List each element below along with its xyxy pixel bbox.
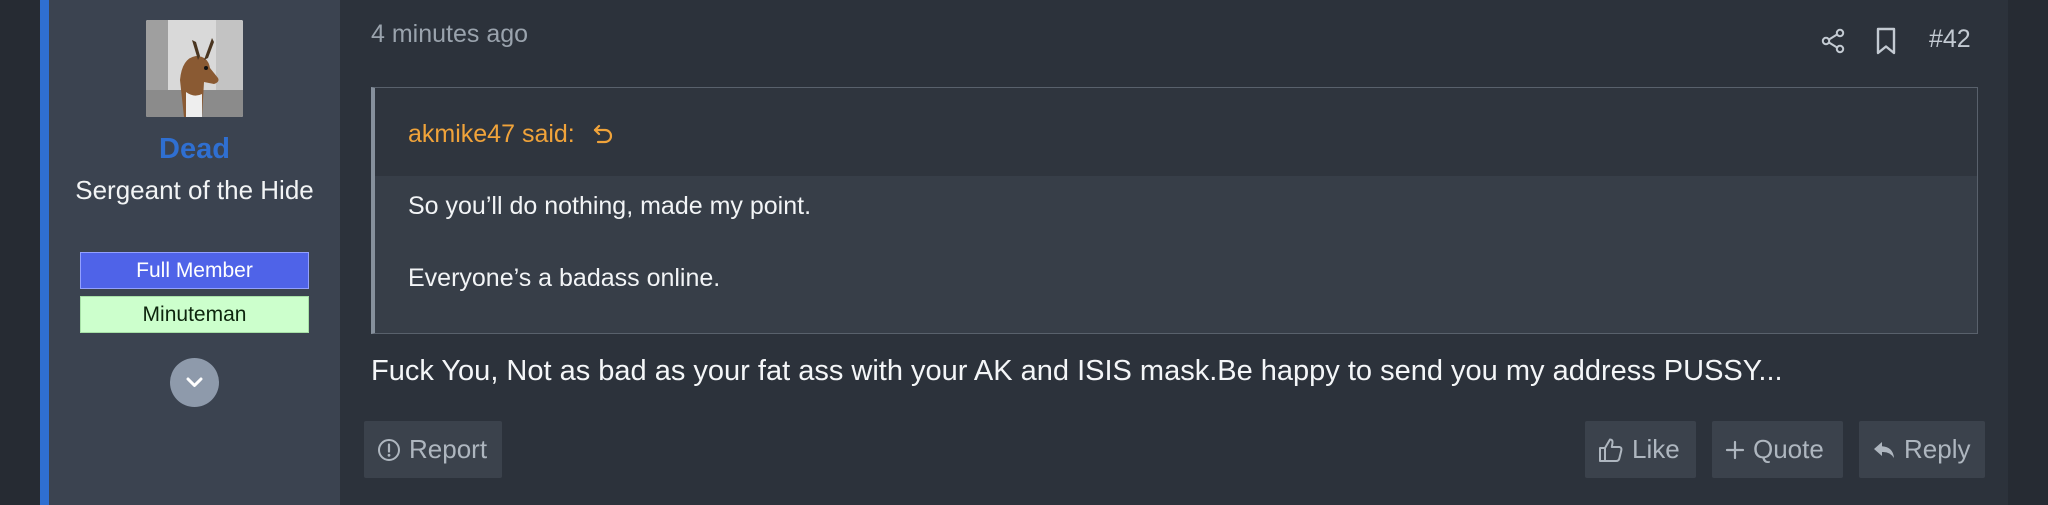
like-label: Like	[1632, 434, 1680, 464]
return-arrow-icon[interactable]	[592, 123, 614, 145]
quote-label: Quote	[1753, 434, 1824, 464]
expand-user-info-button[interactable]	[170, 358, 219, 407]
post-body-text: Fuck You, Not as bad as your fat ass wit…	[371, 355, 1783, 387]
reply-arrow-icon	[1874, 441, 1894, 458]
quote-button[interactable]: Quote	[1712, 421, 1843, 478]
quote-header: akmike47 said:	[375, 88, 1977, 176]
username[interactable]: Dead	[49, 133, 340, 166]
share-icon[interactable]	[1820, 28, 1846, 54]
quote-author-link[interactable]: akmike47 said:	[408, 119, 614, 149]
plus-icon	[1725, 440, 1745, 459]
alert-circle-icon	[378, 438, 400, 461]
report-label: Report	[409, 434, 488, 464]
report-button[interactable]: Report	[364, 421, 502, 478]
quote-block: akmike47 said: So you’ll do nothing, mad…	[371, 87, 1978, 334]
quote-text-line: Everyone’s a badass online.	[408, 264, 721, 292]
like-button[interactable]: Like	[1585, 421, 1696, 478]
reply-button[interactable]: Reply	[1859, 421, 1985, 478]
reply-label: Reply	[1904, 434, 1971, 464]
quote-text-line: So you’ll do nothing, made my point.	[408, 192, 812, 220]
avatar[interactable]	[146, 20, 243, 117]
bookmark-icon[interactable]	[1875, 27, 1897, 55]
chevron-down-icon	[186, 377, 203, 387]
user-accent-bar	[40, 0, 49, 505]
quote-author-label: akmike47 said:	[408, 119, 575, 148]
user-title: Sergeant of the Hide	[75, 175, 314, 205]
banner-full-member: Full Member	[80, 252, 309, 289]
post-timestamp[interactable]: 4 minutes ago	[371, 20, 528, 49]
thumbs-up-icon	[1599, 438, 1623, 462]
post-number-link[interactable]: #42	[1929, 25, 1971, 54]
banner-minuteman: Minuteman	[80, 296, 309, 333]
